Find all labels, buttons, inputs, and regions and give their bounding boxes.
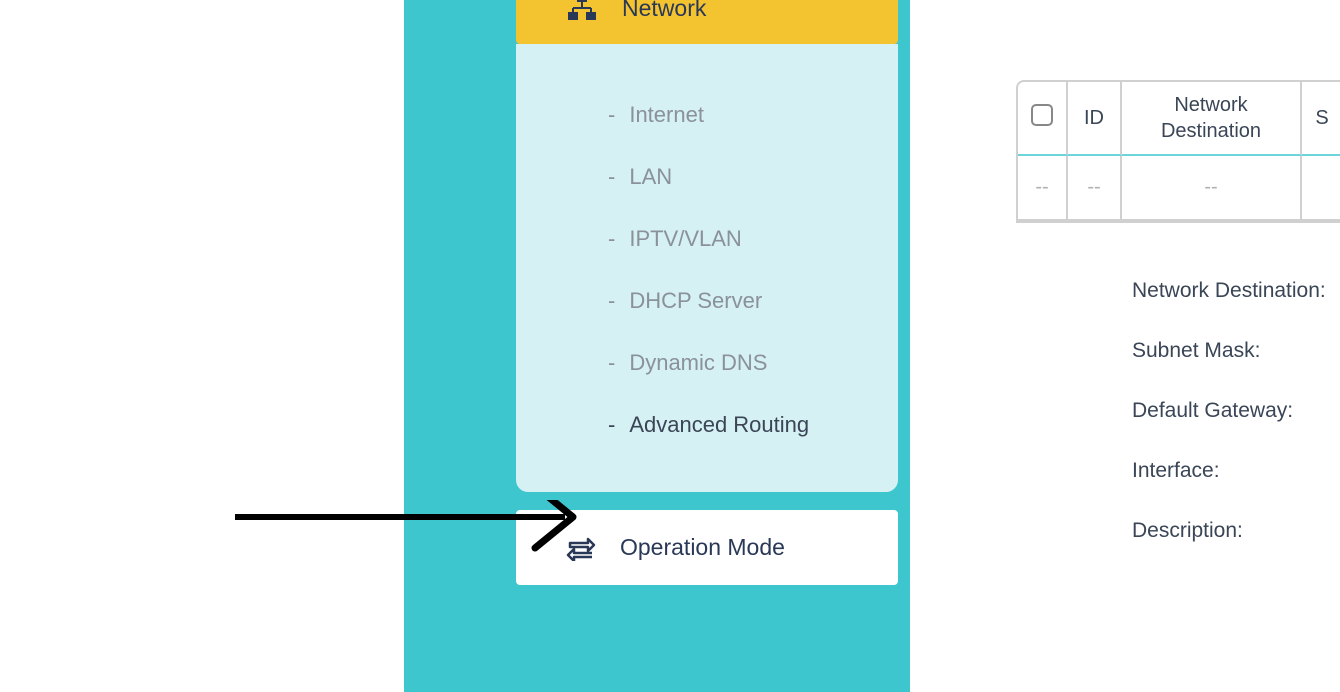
cell-id: -- xyxy=(1068,156,1122,221)
submenu-advanced-routing[interactable]: - Advanced Routing xyxy=(516,394,898,456)
label-description: Description: xyxy=(1132,519,1340,543)
content-panel: ID Network Destination S -- -- -- Networ… xyxy=(1016,80,1340,579)
cell-partial xyxy=(1302,156,1340,221)
submenu-item-label: LAN xyxy=(629,164,672,190)
routing-table: ID Network Destination S -- -- -- xyxy=(1016,80,1340,223)
select-all-checkbox[interactable] xyxy=(1031,104,1053,126)
column-partial: S xyxy=(1302,82,1340,156)
submenu-lan[interactable]: - LAN xyxy=(516,146,898,208)
submenu-item-label: Advanced Routing xyxy=(629,412,809,438)
submenu-item-label: Dynamic DNS xyxy=(629,350,767,376)
sidebar: Network - Internet - LAN - IPTV/VLAN - D… xyxy=(404,0,900,692)
network-submenu: - Internet - LAN - IPTV/VLAN - DHCP Serv… xyxy=(516,44,898,492)
cell-checkbox: -- xyxy=(1018,156,1068,221)
annotation-arrow xyxy=(235,500,605,580)
sidebar-container: Network - Internet - LAN - IPTV/VLAN - D… xyxy=(404,0,910,692)
submenu-item-label: Internet xyxy=(629,102,704,128)
label-subnet-mask: Subnet Mask: xyxy=(1132,339,1340,363)
submenu-internet[interactable]: - Internet xyxy=(516,84,898,146)
table-row: -- -- -- xyxy=(1018,156,1340,221)
cell-dest: -- xyxy=(1122,156,1302,221)
menu-operation-mode-label: Operation Mode xyxy=(620,534,785,561)
submenu-item-label: IPTV/VLAN xyxy=(629,226,741,252)
column-network-destination: Network Destination xyxy=(1122,82,1302,156)
menu-network[interactable]: Network xyxy=(516,0,898,44)
label-network-destination: Network Destination: xyxy=(1132,279,1340,303)
form-fields: Network Destination: Subnet Mask: Defaul… xyxy=(1016,279,1340,543)
label-default-gateway: Default Gateway: xyxy=(1132,399,1340,423)
menu-network-label: Network xyxy=(622,0,706,22)
label-interface: Interface: xyxy=(1132,459,1340,483)
submenu-item-label: DHCP Server xyxy=(629,288,762,314)
column-id: ID xyxy=(1068,82,1122,156)
submenu-dynamic-dns[interactable]: - Dynamic DNS xyxy=(516,332,898,394)
submenu-iptv-vlan[interactable]: - IPTV/VLAN xyxy=(516,208,898,270)
network-icon xyxy=(566,0,598,22)
submenu-dhcp-server[interactable]: - DHCP Server xyxy=(516,270,898,332)
column-checkbox xyxy=(1018,82,1068,156)
